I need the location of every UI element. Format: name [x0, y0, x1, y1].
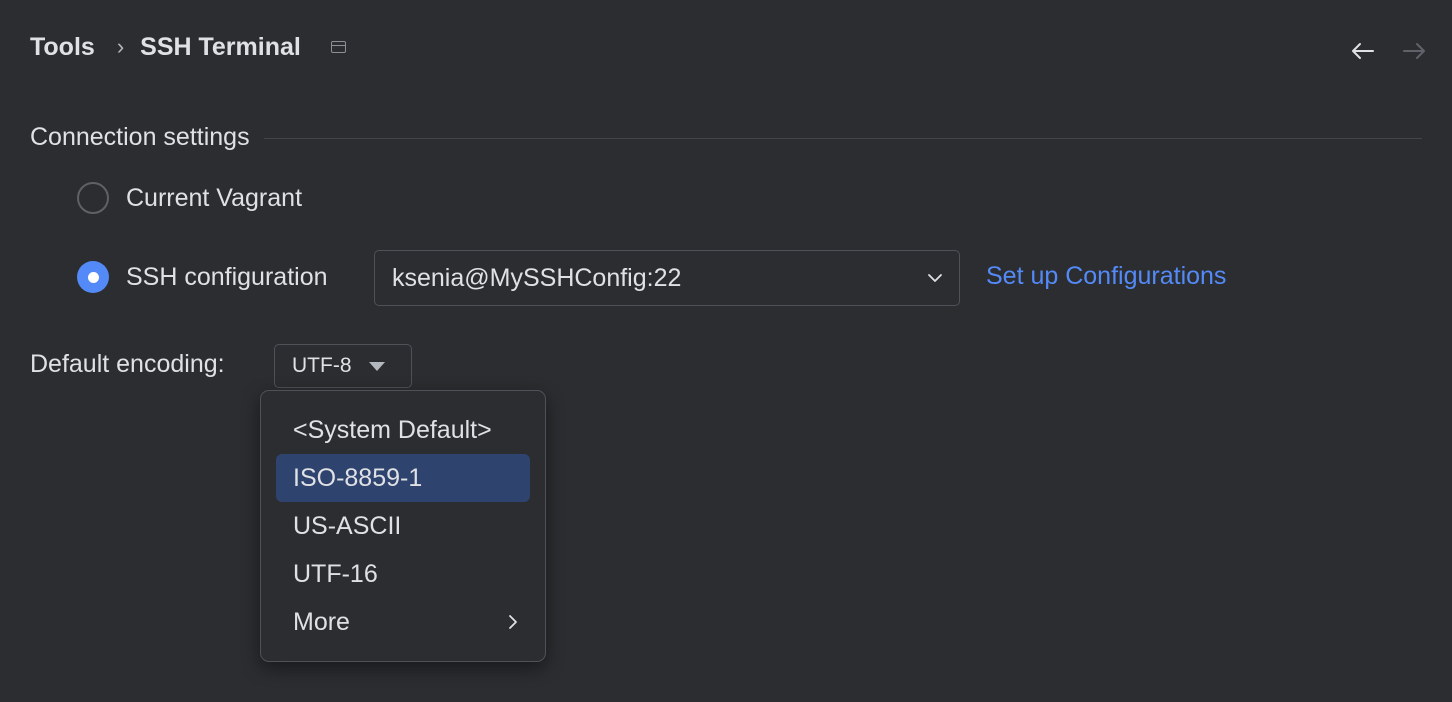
radio-current-vagrant[interactable]: Current Vagrant — [77, 182, 302, 214]
chevron-right-icon — [508, 614, 518, 630]
radio-label: Current Vagrant — [126, 184, 302, 213]
arrow-right-icon — [1399, 36, 1429, 66]
radio-button[interactable] — [77, 182, 109, 214]
forward-button[interactable] — [1399, 36, 1429, 66]
menu-item-label: ISO-8859-1 — [293, 464, 422, 493]
menu-item-system-default[interactable]: <System Default> — [276, 406, 530, 454]
menu-item-iso-8859-1[interactable]: ISO-8859-1 — [276, 454, 530, 502]
menu-item-label: More — [293, 608, 350, 637]
encoding-popup-menu: <System Default> ISO-8859-1 US-ASCII UTF… — [260, 390, 546, 662]
menu-item-label: <System Default> — [293, 416, 492, 445]
arrow-left-icon — [1348, 36, 1378, 66]
back-button[interactable] — [1348, 36, 1378, 66]
breadcrumb-separator: › — [117, 34, 124, 60]
section-divider — [264, 138, 1422, 139]
connection-settings-section: Connection settings — [30, 123, 1422, 152]
breadcrumb: Tools › SSH Terminal — [30, 30, 346, 64]
caret-down-icon — [369, 362, 385, 371]
default-encoding-label: Default encoding: — [30, 350, 225, 379]
chevron-down-icon — [927, 273, 943, 283]
section-title: Connection settings — [30, 123, 250, 152]
menu-item-utf-16[interactable]: UTF-16 — [276, 550, 530, 598]
set-up-configurations-link[interactable]: Set up Configurations — [986, 262, 1226, 291]
menu-item-more[interactable]: More — [276, 598, 530, 646]
menu-item-label: US-ASCII — [293, 512, 401, 541]
menu-item-us-ascii[interactable]: US-ASCII — [276, 502, 530, 550]
encoding-dropdown[interactable]: UTF-8 — [274, 344, 412, 388]
breadcrumb-tools[interactable]: Tools — [30, 33, 95, 62]
radio-button-checked[interactable] — [77, 261, 109, 293]
encoding-value: UTF-8 — [292, 354, 352, 378]
menu-item-label: UTF-16 — [293, 560, 378, 589]
settings-page: Tools › SSH Terminal Connection settings… — [0, 0, 1452, 702]
ssh-configuration-dropdown[interactable]: ksenia@MySSHConfig:22 — [374, 250, 960, 306]
ssh-configuration-value: ksenia@MySSHConfig:22 — [392, 264, 927, 293]
radio-dot — [88, 272, 99, 283]
radio-ssh-configuration[interactable]: SSH configuration — [77, 261, 328, 293]
radio-label: SSH configuration — [126, 263, 328, 292]
window-icon[interactable] — [331, 41, 346, 53]
breadcrumb-ssh-terminal: SSH Terminal — [140, 33, 301, 62]
